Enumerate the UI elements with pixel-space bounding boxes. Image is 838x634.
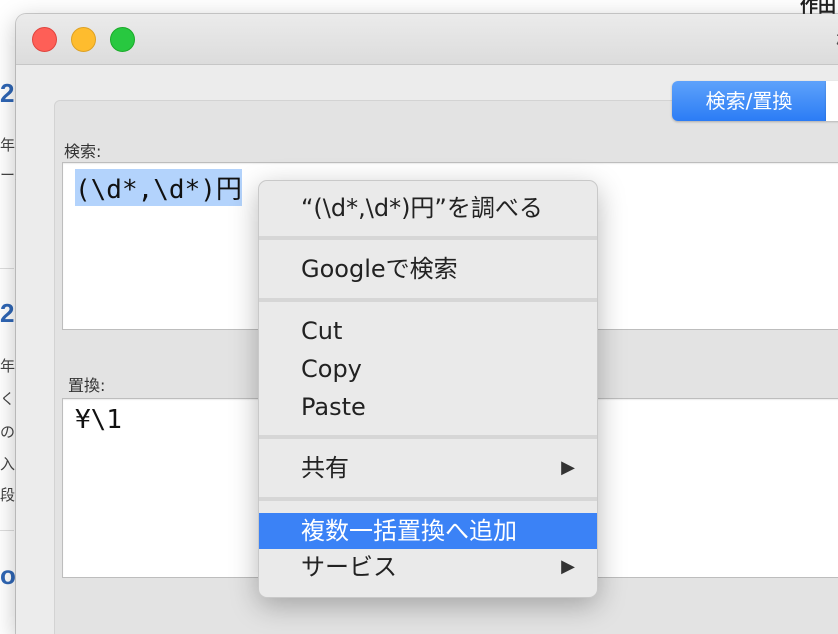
menu-separator	[259, 236, 597, 240]
menu-item-services[interactable]: サービス ▶	[259, 549, 597, 585]
menu-item-lookup[interactable]: “(\d*,\d*)円”を調べる	[259, 190, 597, 226]
submenu-arrow-icon: ▶	[561, 457, 575, 478]
background-heading: 2	[0, 78, 15, 108]
tab-next[interactable]	[826, 81, 838, 121]
submenu-arrow-icon: ▶	[561, 556, 575, 577]
minimize-button[interactable]	[71, 27, 96, 52]
menu-item-cut[interactable]: Cut	[259, 313, 597, 349]
background-divider	[0, 530, 14, 531]
tab-find-replace[interactable]: 検索/置換	[672, 81, 826, 121]
menu-item-copy[interactable]: Copy	[259, 351, 597, 387]
replace-field-text: ¥\1	[75, 405, 122, 435]
background-text: 年	[0, 136, 16, 154]
menu-item-label: 複数一括置換へ追加	[301, 517, 517, 545]
menu-item-label: サービス	[301, 553, 397, 581]
menu-item-google-search[interactable]: Googleで検索	[259, 251, 597, 287]
menu-item-label: Copy	[301, 355, 362, 383]
search-label: 検索:	[64, 142, 102, 161]
background-divider	[0, 268, 14, 269]
menu-item-add-batch-replace[interactable]: 複数一括置換へ追加	[259, 513, 597, 549]
menu-separator	[259, 497, 597, 501]
replace-label: 置換:	[68, 376, 106, 395]
context-menu: “(\d*,\d*)円”を調べる Googleで検索 Cut Copy Past…	[258, 180, 598, 598]
background-heading: 2	[0, 298, 15, 328]
background-text: 年	[0, 357, 16, 375]
menu-item-label: 共有	[301, 454, 349, 482]
background-text: の	[0, 423, 16, 441]
menu-item-label: Googleで検索	[301, 255, 458, 283]
title-bar[interactable]: 検	[16, 14, 838, 65]
close-button[interactable]	[32, 27, 57, 52]
menu-item-paste[interactable]: Paste	[259, 389, 597, 425]
menu-separator	[259, 435, 597, 439]
menu-item-share[interactable]: 共有 ▶	[259, 450, 597, 486]
zoom-button[interactable]	[110, 27, 135, 52]
menu-item-label: Paste	[301, 393, 366, 421]
search-field-text: (\d*,\d*)円	[75, 169, 242, 206]
menu-item-label: Cut	[301, 317, 343, 345]
menu-separator	[259, 298, 597, 302]
menu-item-label: “(\d*,\d*)円”を調べる	[301, 194, 543, 222]
